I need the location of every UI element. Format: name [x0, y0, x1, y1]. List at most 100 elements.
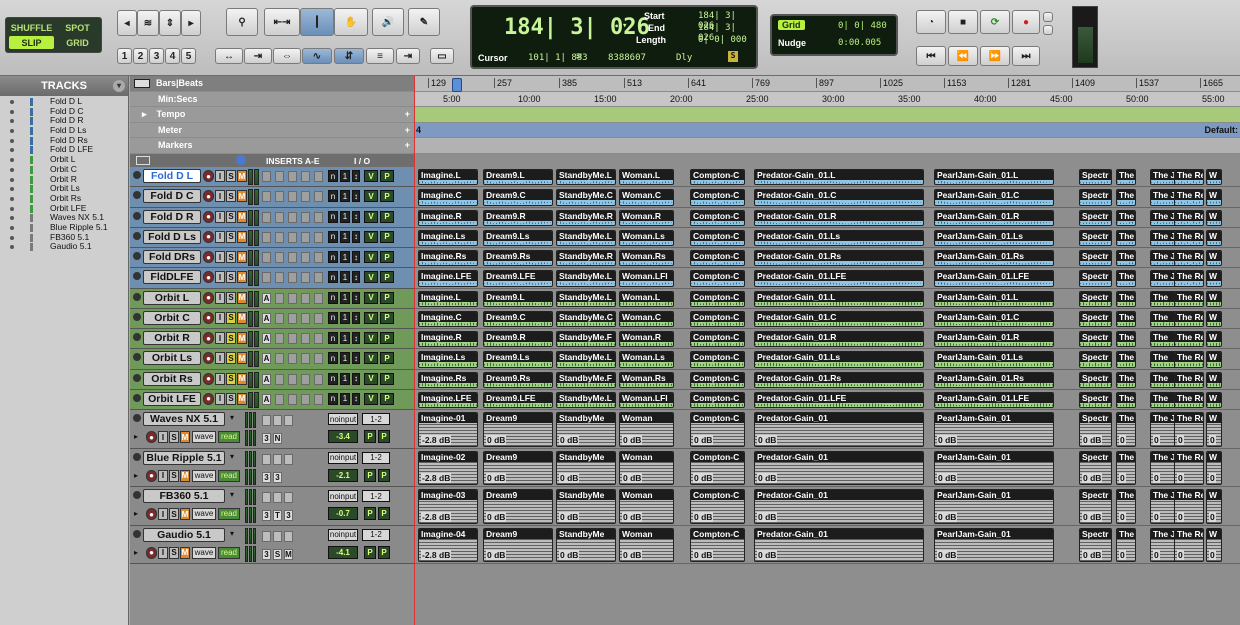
audio-clip[interactable]: Woman.Ls — [619, 351, 674, 368]
audio-clip[interactable]: W0 — [1206, 489, 1222, 524]
track-header[interactable]: Fold D C ● I S Mn 1 ↕ V P — [130, 187, 414, 208]
track-lane[interactable]: Imagine.Ls Dream9.Ls StandbyMe.L Woman.Ls Co… — [414, 228, 1240, 248]
solo-button[interactable]: S — [169, 508, 179, 520]
audio-clip[interactable]: Spectr — [1079, 290, 1112, 307]
audio-clip[interactable]: PearlJam-Gain_01.Ls — [934, 351, 1054, 368]
track-options-icon[interactable] — [133, 171, 141, 179]
link-button[interactable]: ⇔ — [273, 48, 301, 64]
bars-beats-ruler[interactable]: Bars|Beats 129 257 385 513 641 769 897 1025 1153… — [130, 76, 1240, 92]
track-options-icon[interactable] — [133, 191, 141, 200]
audio-clip[interactable]: The Re 0 — [1174, 412, 1204, 447]
audio-clip[interactable]: Woman 0 dB — [619, 412, 674, 447]
audio-clip[interactable]: Dream9.C — [483, 189, 553, 206]
insert-slot[interactable]: A — [262, 292, 271, 304]
audio-clip[interactable]: Imagine.Rs — [418, 371, 478, 388]
clip-gain-readout[interactable]: 0 — [1209, 511, 1216, 522]
audio-clip[interactable]: W — [1206, 209, 1222, 226]
audio-clip[interactable]: Dream9 0 dB — [483, 412, 553, 447]
track-lane[interactable]: Imagine.L Dream9.L StandbyMe.L Woman.L Compt… — [414, 289, 1240, 309]
mute-button[interactable]: M — [237, 332, 247, 344]
audio-clip[interactable]: Imagine-03 -2.8 dB — [418, 489, 478, 524]
audio-clip[interactable]: Dream9.C — [483, 310, 553, 327]
input-selector[interactable]: n — [328, 392, 338, 405]
insert-slot[interactable] — [301, 353, 310, 365]
pan-control[interactable]: ↕ — [352, 352, 360, 365]
small-toggle-1[interactable] — [1043, 12, 1053, 22]
audio-clip[interactable]: Woman 0 dB — [619, 489, 674, 524]
insert-slot[interactable] — [301, 191, 310, 203]
insert-slot[interactable] — [301, 171, 310, 182]
solo-button[interactable]: S — [226, 230, 236, 243]
pan-control[interactable]: ↕ — [352, 190, 360, 203]
insert-slot[interactable]: A — [262, 333, 271, 344]
track-name-field[interactable]: FB360 5.1 — [143, 489, 225, 503]
input-monitor-button[interactable]: I — [215, 271, 225, 284]
audio-clip[interactable]: Compton-C 0 dB — [690, 489, 745, 524]
pan-button[interactable]: P — [380, 372, 394, 385]
audio-clip[interactable]: Imagine.LFE — [418, 270, 478, 287]
audio-clip[interactable]: PearlJam-Gain_01.L — [934, 169, 1054, 186]
input-selector[interactable]: noinput — [328, 451, 358, 464]
length-value[interactable]: 0| 0| 000 — [698, 35, 747, 45]
selector-tool-button[interactable]: ┃ — [300, 8, 334, 36]
audio-clip[interactable]: The — [1116, 351, 1136, 368]
clip-gain-readout[interactable]: 0 dB — [693, 434, 714, 445]
zoom-preset-5[interactable]: 5 — [181, 48, 196, 64]
pan-button[interactable]: P — [380, 311, 394, 324]
audio-clip[interactable]: Dream9.Ls — [483, 229, 553, 246]
insert-slot[interactable] — [314, 373, 323, 385]
track-lane[interactable]: Imagine-02 -2.8 dB Dream9 0 dB StandbyMe 0 dB… — [414, 449, 1240, 487]
insert-slot[interactable] — [275, 171, 284, 182]
insert-slot[interactable] — [288, 333, 297, 344]
insert-slot[interactable] — [262, 191, 271, 203]
insert-slot[interactable] — [314, 333, 323, 344]
pan-button[interactable]: P — [364, 545, 376, 559]
audio-clip[interactable]: The Re — [1174, 391, 1204, 408]
insert-slot[interactable]: A — [262, 373, 271, 385]
audio-clip[interactable]: StandbyMe.F — [556, 331, 616, 348]
audio-clip[interactable]: The — [1116, 229, 1136, 246]
automation-mode-selector[interactable]: read — [218, 508, 240, 520]
insert-slot[interactable] — [314, 211, 323, 223]
aux-track-header[interactable]: Waves NX 5.1 ▾ ▸ ● I S Mwave read 3 Nnoinput 1-2 -3… — [130, 410, 414, 449]
clip-gain-readout[interactable]: 0 dB — [622, 550, 643, 560]
pan-control[interactable]: ↕ — [352, 251, 360, 263]
expand-icon[interactable]: ▸ — [134, 432, 138, 441]
expand-icon[interactable]: ▸ — [134, 471, 138, 480]
insert-slot[interactable] — [275, 373, 284, 385]
insert-slot[interactable] — [288, 171, 297, 182]
min-secs-ruler[interactable]: Min:Secs 5:00 10:00 15:00 20:00 25:00 30:00 35… — [130, 91, 1240, 107]
insert-slot[interactable] — [301, 312, 310, 324]
clip-gain-readout[interactable]: 0 dB — [486, 473, 507, 483]
output-selector[interactable]: 1-2 — [362, 490, 390, 502]
zoom-preset-4[interactable]: 4 — [165, 48, 180, 64]
show-hide-dot-icon[interactable] — [10, 196, 14, 201]
pan-button[interactable]: P — [364, 468, 376, 482]
volume-pan-button[interactable]: V — [364, 352, 378, 365]
show-hide-dot-icon[interactable] — [10, 235, 14, 240]
audio-clip[interactable]: Compton-C — [690, 250, 745, 267]
input-monitor-button[interactable]: I — [215, 392, 225, 405]
input-monitor-button[interactable]: I — [215, 352, 225, 365]
expand-icon[interactable]: ▸ — [134, 548, 138, 557]
insert-slot[interactable] — [288, 272, 297, 284]
insert-slot[interactable] — [262, 252, 271, 263]
clip-gain-readout[interactable]: 0 — [1153, 511, 1160, 522]
audio-clip[interactable]: The Re — [1174, 229, 1204, 246]
audio-clip[interactable]: Dream9.LFE — [483, 270, 553, 287]
link-timeline-button[interactable]: ▭ — [430, 48, 454, 64]
mute-button[interactable]: M — [237, 170, 247, 182]
output-selector[interactable]: 1 — [340, 170, 350, 182]
audio-clip[interactable]: Dream9 0 dB — [483, 450, 553, 485]
audio-clip[interactable]: The — [1116, 310, 1136, 327]
audio-clip[interactable]: The Re — [1174, 169, 1204, 186]
solo-button[interactable]: S — [226, 352, 236, 365]
track-lane[interactable]: Imagine-04 -2.8 dB Dream9 0 dB StandbyMe 0 dB… — [414, 526, 1240, 564]
audio-clip[interactable]: The — [1116, 290, 1136, 307]
audio-clip[interactable]: Dream9 0 dB — [483, 527, 553, 562]
zoom-preset-1[interactable]: 1 — [117, 48, 132, 64]
insert-slot[interactable] — [301, 272, 310, 284]
insert-slot[interactable] — [275, 353, 284, 365]
volume-pan-button[interactable]: V — [364, 311, 378, 324]
volume-readout[interactable]: -4.1 — [328, 545, 358, 559]
